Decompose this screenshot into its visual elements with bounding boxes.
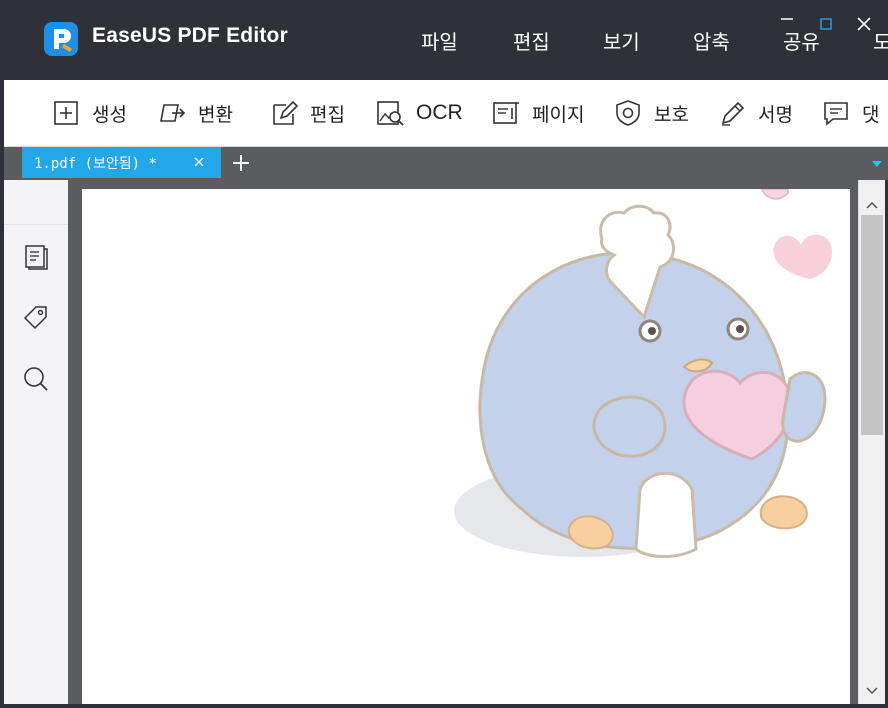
document-tab-bar: 1.pdf (보안됨) * xyxy=(4,147,888,180)
tab-list-dropdown-icon[interactable] xyxy=(872,161,882,168)
app-title: EaseUS PDF Editor xyxy=(92,24,288,47)
left-sidebar xyxy=(4,180,68,704)
create-button[interactable]: 생성 xyxy=(52,98,127,128)
penguin-illustration xyxy=(454,189,832,558)
bookmark-tag-icon[interactable] xyxy=(22,304,50,332)
menu-share[interactable]: 공유 xyxy=(783,26,820,55)
create-label: 생성 xyxy=(92,103,127,126)
menu-more[interactable]: 도 xyxy=(873,26,888,55)
close-window-icon[interactable] xyxy=(857,17,871,31)
pdf-page xyxy=(82,189,850,704)
add-tab-icon[interactable] xyxy=(231,153,251,173)
edit-pen-icon xyxy=(273,100,298,125)
comment-label: 댓 xyxy=(862,103,880,126)
vertical-scrollbar[interactable] xyxy=(858,180,885,704)
tab-label: 1.pdf (보안됨) * xyxy=(34,156,157,172)
scroll-up-icon[interactable] xyxy=(865,200,879,210)
signature-pen-icon xyxy=(721,101,745,126)
convert-label: 변환 xyxy=(198,103,233,126)
convert-button[interactable]: 변환 xyxy=(158,98,233,128)
minimize-icon[interactable] xyxy=(780,16,794,22)
search-icon[interactable] xyxy=(22,365,50,393)
menu-file[interactable]: 파일 xyxy=(421,26,458,55)
pages-icon[interactable] xyxy=(22,243,50,271)
title-bar: EaseUS PDF Editor 파일 편집 보기 압축 공유 도 xyxy=(0,0,888,80)
protect-label: 보호 xyxy=(654,103,689,126)
convert-doc-icon xyxy=(160,104,186,122)
protect-button[interactable]: 보호 xyxy=(614,98,689,128)
sign-label: 서명 xyxy=(758,103,793,126)
shield-icon xyxy=(616,100,640,126)
ocr-scan-icon xyxy=(377,101,404,126)
scroll-down-icon[interactable] xyxy=(865,686,879,696)
page-button[interactable]: 페이지 xyxy=(492,98,584,128)
plus-box-icon xyxy=(54,101,78,125)
edit-label: 편집 xyxy=(310,103,345,126)
menu-edit[interactable]: 편집 xyxy=(513,26,550,55)
main-toolbar: 생성 변환 편집 OCR 페이지 보호 서명 댓 xyxy=(4,80,888,147)
sign-button[interactable]: 서명 xyxy=(718,98,793,128)
menu-view[interactable]: 보기 xyxy=(603,26,640,55)
page-label: 페이지 xyxy=(532,103,585,126)
comment-button[interactable]: 댓 xyxy=(822,98,879,128)
app-logo-icon xyxy=(44,22,78,56)
page-icon xyxy=(493,102,519,124)
tab-document[interactable]: 1.pdf (보안됨) * xyxy=(22,147,221,178)
sidebar-header xyxy=(4,180,68,225)
scroll-thumb[interactable] xyxy=(861,215,883,435)
document-viewport xyxy=(68,180,858,704)
comment-icon xyxy=(824,102,848,126)
ocr-button[interactable]: OCR xyxy=(376,98,463,128)
edit-button[interactable]: 편집 xyxy=(270,98,345,128)
ocr-label: OCR xyxy=(416,101,463,124)
close-tab-icon[interactable] xyxy=(192,155,206,169)
menu-compress[interactable]: 압축 xyxy=(693,26,730,55)
maximize-icon[interactable] xyxy=(820,18,832,30)
